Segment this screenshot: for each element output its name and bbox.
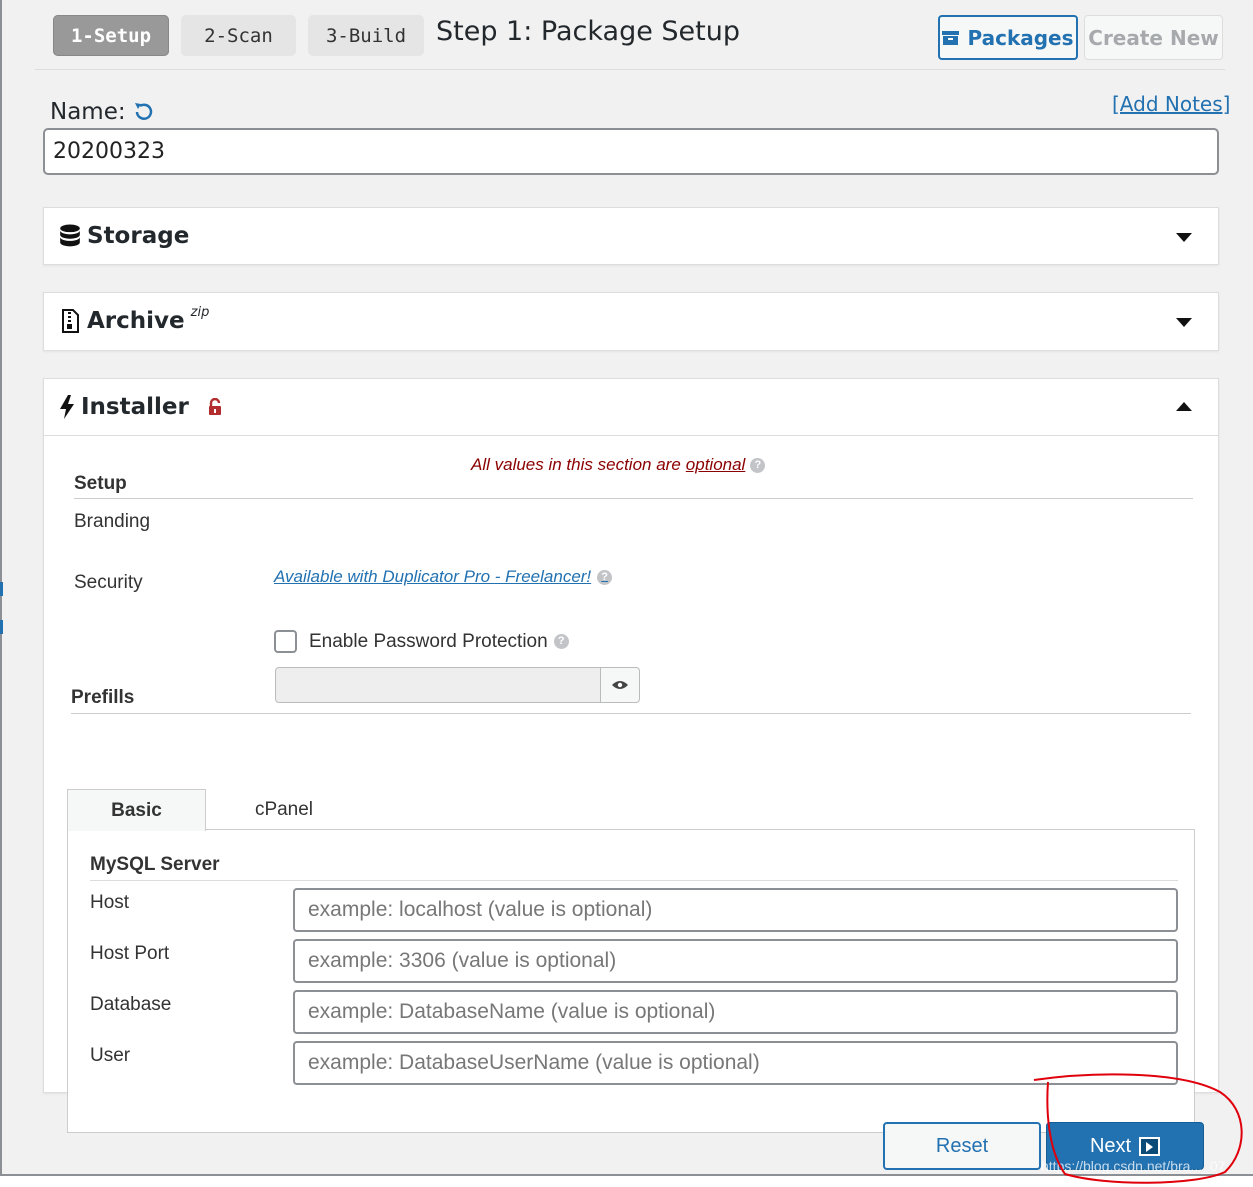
left-edge-marker <box>0 582 3 596</box>
chevron-down-icon[interactable] <box>1176 318 1192 327</box>
branding-pro-link-text[interactable]: Available with Duplicator Pro - Freelanc… <box>274 567 591 587</box>
name-label: Name: <box>50 99 154 125</box>
annotation-circle <box>1033 1073 1243 1184</box>
database-icon <box>60 224 80 247</box>
refresh-icon[interactable] <box>132 101 154 123</box>
password-field-group <box>275 667 640 703</box>
security-label: Security <box>74 572 143 593</box>
archive-format-label: zip <box>190 305 210 320</box>
database-label: Database <box>90 994 172 1015</box>
installer-title: Installer <box>81 394 189 420</box>
create-new-button[interactable]: Create New <box>1084 15 1223 60</box>
optional-note-text: All values in this section are <box>471 455 681 474</box>
left-edge-marker <box>0 620 3 634</box>
header-divider <box>35 69 1225 70</box>
reset-button[interactable]: Reset <box>883 1122 1041 1170</box>
database-input[interactable] <box>293 990 1178 1034</box>
host-port-label: Host Port <box>90 943 170 964</box>
prefills-section-title: Prefills <box>71 687 135 708</box>
help-icon[interactable]: ? <box>553 634 569 649</box>
tab-basic[interactable]: Basic <box>67 789 206 831</box>
help-icon[interactable]: ? <box>597 569 613 585</box>
setup-section-title: Setup <box>74 473 127 494</box>
optional-word: optional <box>685 455 746 474</box>
eye-icon <box>612 681 628 689</box>
add-notes-link[interactable]: [Add Notes] <box>1112 92 1230 116</box>
chevron-down-icon[interactable] <box>1176 233 1192 242</box>
mysql-divider <box>90 880 1178 881</box>
branding-pro-link[interactable]: Available with Duplicator Pro - Freelanc… <box>274 567 613 587</box>
page-title: Step 1: Package Setup <box>436 16 741 47</box>
password-input[interactable] <box>275 667 601 703</box>
zip-file-icon <box>62 309 79 333</box>
step-scan[interactable]: 2-Scan <box>181 15 296 56</box>
unlock-icon <box>208 398 221 415</box>
installer-panel-header[interactable]: Installer <box>44 379 1218 435</box>
archive-box-icon <box>942 30 960 45</box>
storage-panel-header[interactable]: Storage <box>44 208 1218 264</box>
show-password-button[interactable] <box>601 667 640 703</box>
host-input[interactable] <box>293 888 1178 932</box>
optional-note: All values in this section are optional … <box>471 455 766 475</box>
password-protection-checkbox[interactable] <box>274 630 297 653</box>
password-protection-row: Enable Password Protection ? <box>274 630 569 653</box>
mysql-server-title: MySQL Server <box>90 854 220 875</box>
branding-label: Branding <box>74 511 151 532</box>
storage-panel: Storage <box>43 207 1219 265</box>
installer-panel-body: All values in this section are optional … <box>44 435 1218 1133</box>
password-protection-label[interactable]: Enable Password Protection <box>309 631 548 653</box>
step-setup[interactable]: 1-Setup <box>53 15 169 56</box>
packages-label: Packages <box>967 25 1074 50</box>
step-build[interactable]: 3-Build <box>308 15 424 56</box>
package-name-input[interactable] <box>43 128 1219 175</box>
packages-button[interactable]: Packages <box>938 15 1078 60</box>
archive-panel-header[interactable]: Archive zip <box>44 293 1218 349</box>
setup-divider <box>74 498 1193 499</box>
user-label: User <box>90 1045 131 1066</box>
prefills-divider <box>71 713 1191 714</box>
storage-title: Storage <box>87 223 190 249</box>
archive-panel: Archive zip <box>43 292 1219 351</box>
archive-title: Archive <box>87 308 185 334</box>
host-port-input[interactable] <box>293 939 1178 983</box>
installer-panel: Installer All values in this section are… <box>43 378 1219 1133</box>
chevron-up-icon[interactable] <box>1176 402 1192 411</box>
tab-cpanel[interactable]: cPanel <box>234 789 334 831</box>
bolt-icon <box>60 395 74 419</box>
host-label: Host <box>90 892 130 913</box>
help-icon[interactable]: ? <box>750 457 766 473</box>
name-label-text: Name: <box>50 99 126 125</box>
